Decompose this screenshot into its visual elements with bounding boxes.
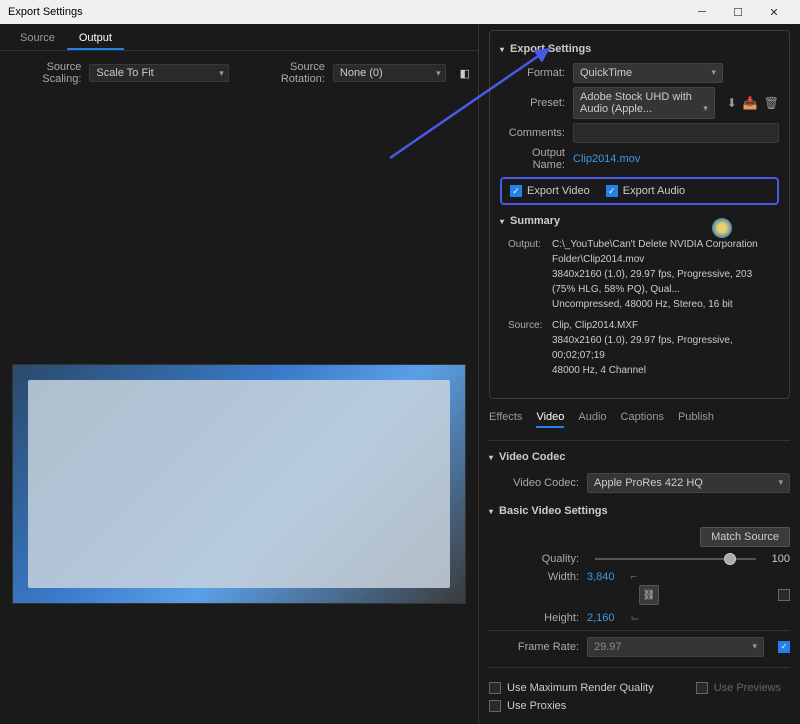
caret-down-icon: ▾: [500, 45, 504, 54]
preview-area[interactable]: [12, 364, 466, 604]
left-panel: Source Output Source Scaling: Scale To F…: [0, 24, 478, 724]
height-label: Height:: [489, 612, 579, 624]
summary-header[interactable]: ▾ Summary: [500, 211, 779, 231]
use-proxies-checkbox[interactable]: [489, 700, 501, 712]
summary-output-value: C:\_YouTube\Can't Delete NVIDIA Corporat…: [552, 237, 771, 312]
tab-audio[interactable]: Audio: [578, 411, 606, 428]
titlebar: Export Settings ─ ☐ ✕: [0, 0, 800, 24]
export-audio-checkbox[interactable]: Export Audio: [606, 185, 685, 197]
scaling-label: Source Scaling:: [8, 61, 81, 85]
scaling-select[interactable]: Scale To Fit: [89, 64, 228, 82]
caret-down-icon: ▾: [489, 453, 493, 462]
link-dimensions-icon[interactable]: ⛓: [639, 585, 659, 605]
export-video-checkbox[interactable]: Export Video: [510, 185, 590, 197]
delete-preset-icon[interactable]: 🗑: [764, 96, 779, 110]
height-value[interactable]: 2,160: [587, 612, 615, 624]
tab-source[interactable]: Source: [8, 28, 67, 50]
tab-captions[interactable]: Captions: [621, 411, 664, 428]
rotation-label: Source Rotation:: [247, 61, 325, 85]
rotation-select[interactable]: None (0): [333, 64, 446, 82]
width-value[interactable]: 3,840: [587, 571, 615, 583]
caret-down-icon: ▾: [489, 507, 493, 516]
basic-video-header[interactable]: ▾ Basic Video Settings: [489, 501, 790, 521]
right-panel: ▾ Export Settings Format: QuickTime Pres…: [478, 24, 800, 724]
use-previews-checkbox[interactable]: [696, 682, 708, 694]
format-select[interactable]: QuickTime: [573, 63, 723, 83]
crop-icon[interactable]: ◧: [460, 67, 470, 80]
close-button[interactable]: ✕: [756, 0, 792, 24]
dimensions-match-checkbox[interactable]: [778, 589, 790, 601]
use-proxies-label: Use Proxies: [507, 700, 566, 712]
video-codec-header[interactable]: ▾ Video Codec: [489, 447, 790, 467]
format-label: Format:: [500, 67, 565, 79]
output-name-link[interactable]: Clip2014.mov: [573, 153, 640, 165]
slider-thumb[interactable]: [724, 553, 736, 565]
framerate-label: Frame Rate:: [489, 641, 579, 653]
export-settings-header[interactable]: ▾ Export Settings: [500, 39, 779, 59]
settings-tabs: Effects Video Audio Captions Publish: [489, 405, 790, 434]
max-quality-label: Use Maximum Render Quality: [507, 682, 654, 694]
width-label: Width:: [489, 571, 579, 583]
use-previews-label: Use Previews: [714, 682, 781, 694]
export-toggles-highlight: Export Video Export Audio: [500, 177, 779, 205]
save-preset-icon[interactable]: ⬇: [727, 96, 737, 110]
minimize-button[interactable]: ─: [684, 0, 720, 24]
framerate-match-checkbox[interactable]: [778, 641, 790, 653]
import-preset-icon[interactable]: 📥: [743, 96, 758, 110]
output-name-label: Output Name:: [500, 147, 565, 171]
tab-publish[interactable]: Publish: [678, 411, 714, 428]
framerate-select[interactable]: 29.97: [587, 637, 764, 657]
checkbox-checked-icon: [510, 185, 522, 197]
max-quality-checkbox[interactable]: [489, 682, 501, 694]
video-codec-label: Video Codec:: [489, 477, 579, 489]
preset-label: Preset:: [500, 97, 565, 109]
match-source-button[interactable]: Match Source: [700, 527, 790, 547]
maximize-button[interactable]: ☐: [720, 0, 756, 24]
checkbox-checked-icon: [606, 185, 618, 197]
preview-tabs: Source Output: [0, 24, 478, 51]
comments-input[interactable]: [573, 123, 779, 143]
window-title: Export Settings: [8, 6, 83, 18]
quality-value: 100: [772, 553, 790, 565]
quality-label: Quality:: [489, 553, 579, 565]
caret-down-icon: ▾: [500, 217, 504, 226]
export-settings-box: ▾ Export Settings Format: QuickTime Pres…: [489, 30, 790, 399]
comments-label: Comments:: [500, 127, 565, 139]
preset-select[interactable]: Adobe Stock UHD with Audio (Apple...: [573, 87, 715, 119]
video-codec-select[interactable]: Apple ProRes 422 HQ: [587, 473, 790, 493]
tab-output[interactable]: Output: [67, 28, 124, 50]
summary-source-label: Source:: [508, 318, 546, 378]
tab-video[interactable]: Video: [536, 411, 564, 428]
quality-slider[interactable]: [595, 558, 756, 560]
summary-output-label: Output:: [508, 237, 546, 312]
summary-source-value: Clip, Clip2014.MXF 3840x2160 (1.0), 29.9…: [552, 318, 771, 378]
tab-effects[interactable]: Effects: [489, 411, 522, 428]
